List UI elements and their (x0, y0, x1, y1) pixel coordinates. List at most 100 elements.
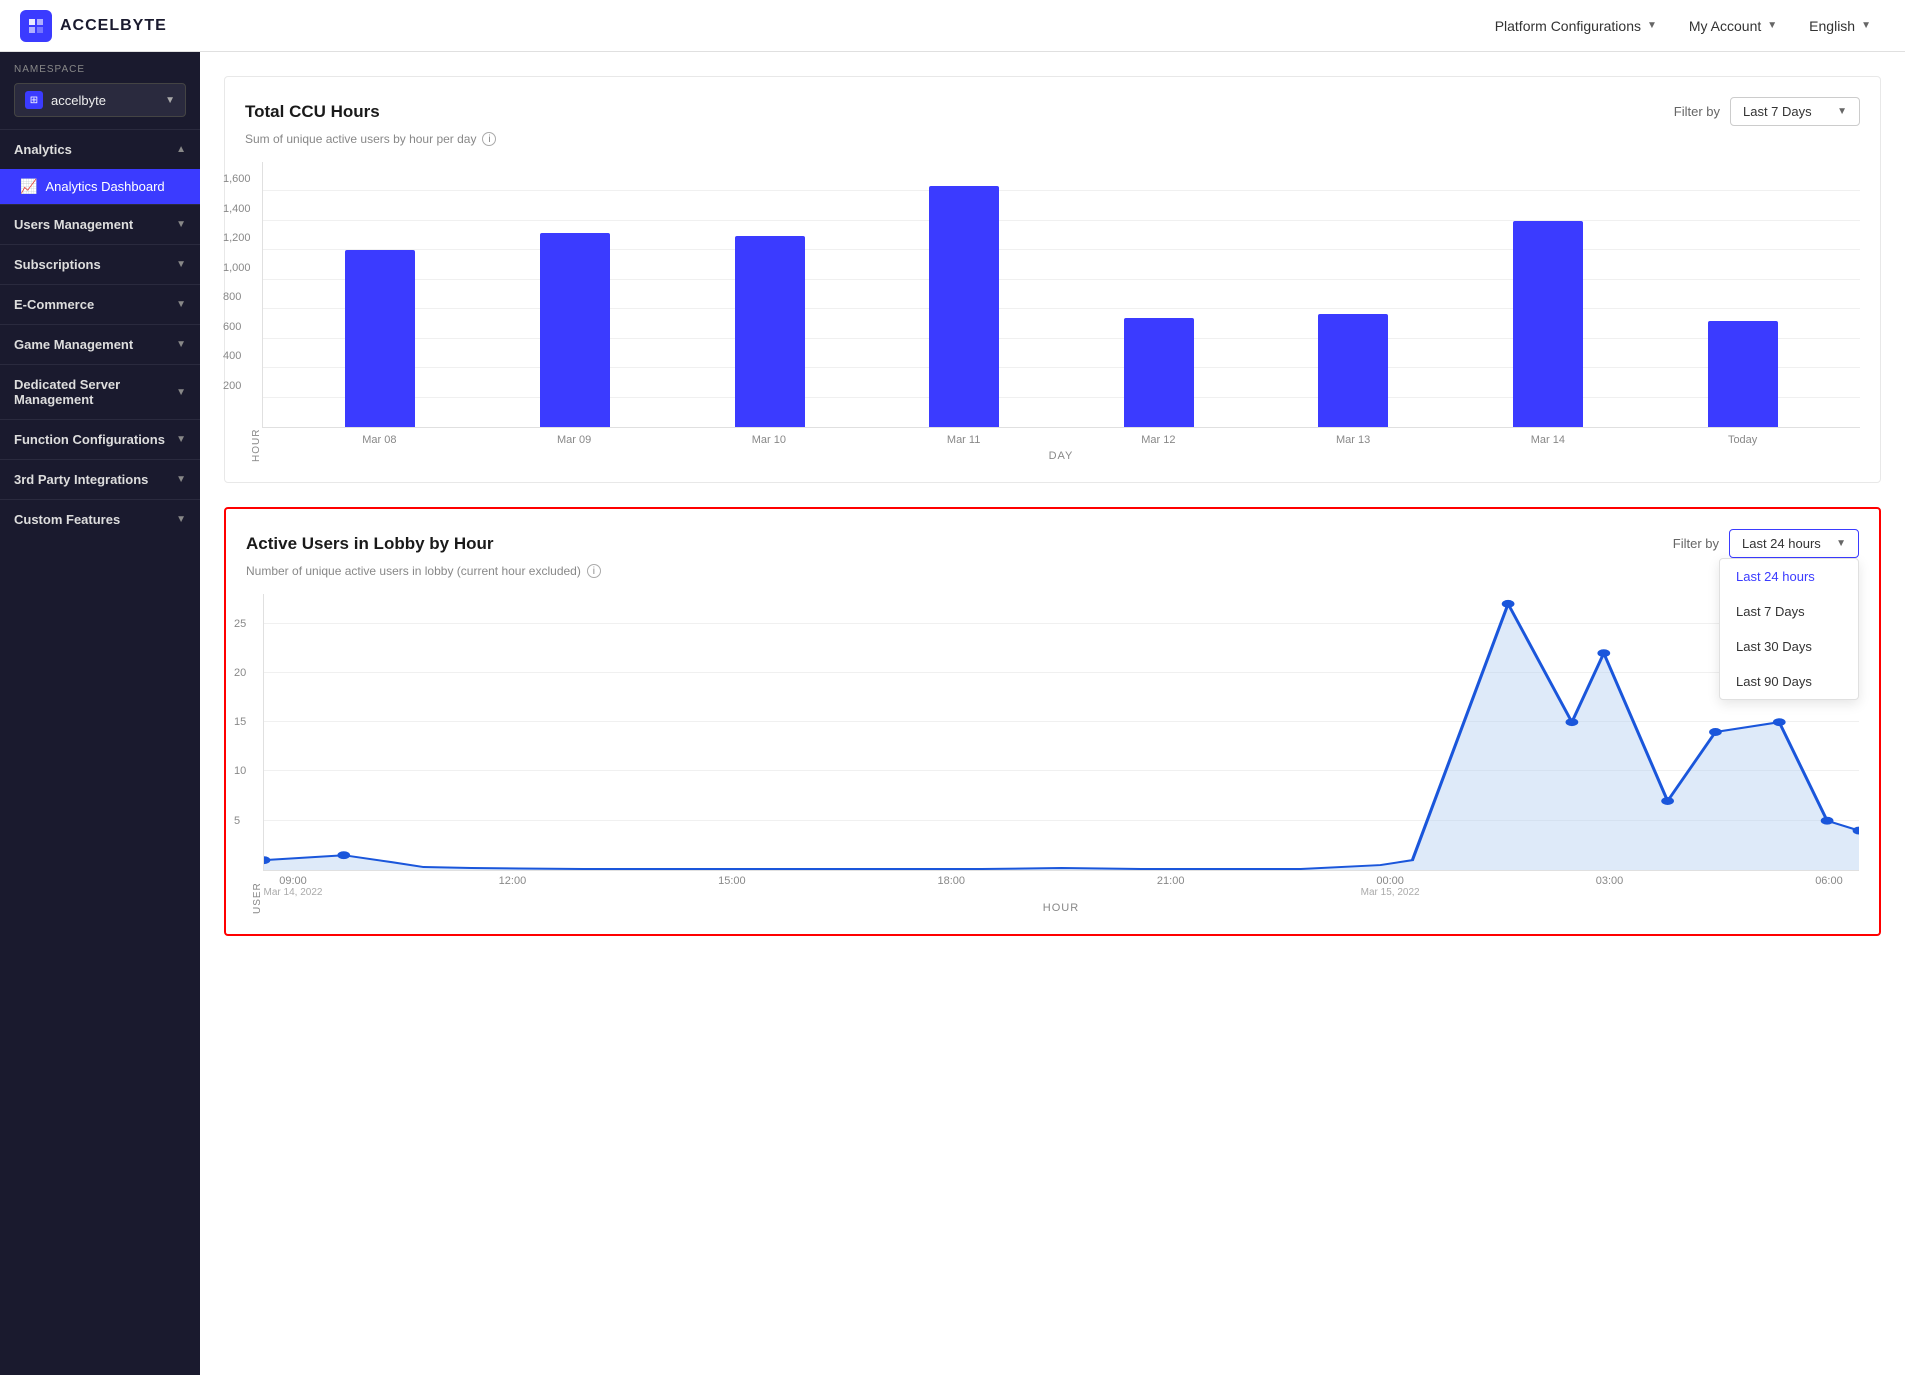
y-tick-label: 10 (234, 765, 246, 777)
ccu-x-axis-title: DAY (262, 450, 1860, 462)
sidebar-section-header-game[interactable]: Game Management ▼ (0, 325, 200, 364)
x-axis-label: Mar 11 (929, 434, 999, 446)
x-axis-label: Mar 14 (1513, 434, 1583, 446)
chevron-down-icon: ▼ (176, 219, 186, 230)
sidebar-section-header-analytics[interactable]: Analytics ▲ (0, 130, 200, 169)
sidebar-section-function-config: Function Configurations ▼ (0, 419, 200, 459)
chevron-down-icon: ▼ (176, 474, 186, 485)
data-point (1566, 718, 1579, 726)
lobby-chart-title: Active Users in Lobby by Hour (246, 534, 494, 554)
namespace-icon: ⊞ (25, 91, 43, 109)
y-axis-tick-label: 200 (223, 380, 241, 392)
y-axis-tick-label: 1,200 (223, 232, 251, 244)
lobby-chart-header: Active Users in Lobby by Hour Filter by … (246, 529, 1859, 558)
area-fill (264, 604, 1859, 870)
sidebar-section-analytics: Analytics ▲ 📈 Analytics Dashboard (0, 129, 200, 204)
x-axis-label: Today (1708, 434, 1778, 446)
data-point (1502, 600, 1515, 608)
x-tick-group: 18:00 (921, 875, 981, 898)
x-tick-sublabel: Mar 14, 2022 (264, 887, 323, 898)
topnav-right: Platform Configurations ▼ My Account ▼ E… (1481, 12, 1885, 40)
top-navigation: ACCELBYTE Platform Configurations ▼ My A… (0, 0, 1905, 52)
main-layout: NAMESPACE ⊞ accelbyte ▼ Analytics ▲ 📈 An… (0, 52, 1905, 1375)
ccu-chart-subtitle: Sum of unique active users by hour per d… (245, 132, 1860, 146)
bars-wrapper (263, 162, 1860, 427)
sidebar-section-3rd-party: 3rd Party Integrations ▼ (0, 459, 200, 499)
y-axis-tick-label: 1,600 (223, 173, 251, 185)
y-tick-label: 15 (234, 716, 246, 728)
bar (1513, 221, 1583, 427)
lobby-filter-group: Filter by Last 24 hours ▼ Last 24 hoursL… (1673, 529, 1859, 558)
info-icon[interactable]: i (482, 132, 496, 146)
sidebar-section-header-users[interactable]: Users Management ▼ (0, 205, 200, 244)
dropdown-option[interactable]: Last 24 hours (1720, 559, 1858, 594)
chevron-down-icon: ▼ (165, 95, 175, 106)
x-tick-group: 00:00Mar 15, 2022 (1360, 875, 1420, 898)
lobby-filter-select[interactable]: Last 24 hours ▼ (1729, 529, 1859, 558)
x-tick-label: 03:00 (1596, 875, 1624, 887)
ccu-filter-select[interactable]: Last 7 Days ▼ (1730, 97, 1860, 126)
bar (929, 186, 999, 427)
sidebar-section-header-dedicated-server[interactable]: Dedicated Server Management ▼ (0, 365, 200, 419)
sidebar-section-header-ecommerce[interactable]: E-Commerce ▼ (0, 285, 200, 324)
data-point (1597, 649, 1610, 657)
lobby-chart-area: 510152025 09:00Mar 14, 202212:0015:0018:… (263, 594, 1859, 914)
chevron-down-icon: ▼ (176, 514, 186, 525)
sidebar-item-analytics-dashboard[interactable]: 📈 Analytics Dashboard (0, 169, 200, 204)
account-button[interactable]: My Account ▼ (1675, 12, 1791, 40)
dropdown-option[interactable]: Last 30 Days (1720, 629, 1858, 664)
x-tick-group: 21:00 (1141, 875, 1201, 898)
chevron-down-icon: ▼ (1647, 20, 1657, 31)
sidebar-section-header-3rd-party[interactable]: 3rd Party Integrations ▼ (0, 460, 200, 499)
y-axis-tick-label: 600 (223, 321, 241, 333)
namespace-value: accelbyte (51, 93, 157, 108)
bar (345, 250, 415, 427)
data-point (337, 851, 350, 859)
bar (1124, 318, 1194, 427)
language-button[interactable]: English ▼ (1795, 12, 1885, 40)
dropdown-option[interactable]: Last 7 Days (1720, 594, 1858, 629)
x-tick-sublabel: Mar 15, 2022 (1361, 887, 1420, 898)
ccu-filter-label: Filter by (1674, 104, 1720, 119)
info-icon[interactable]: i (587, 564, 601, 578)
sidebar: NAMESPACE ⊞ accelbyte ▼ Analytics ▲ 📈 An… (0, 52, 200, 1375)
chevron-down-icon: ▼ (176, 434, 186, 445)
sidebar-section-header-subscriptions[interactable]: Subscriptions ▼ (0, 245, 200, 284)
bar (1318, 314, 1388, 427)
ccu-chart-header: Total CCU Hours Filter by Last 7 Days ▼ (245, 97, 1860, 126)
y-tick-label: 5 (234, 815, 240, 827)
lobby-filter-label: Filter by (1673, 536, 1719, 551)
ccu-chart-title: Total CCU Hours (245, 102, 380, 122)
sidebar-section-subscriptions: Subscriptions ▼ (0, 244, 200, 284)
chevron-down-icon: ▼ (176, 339, 186, 350)
y-axis-tick-label: 800 (223, 291, 241, 303)
sidebar-section-game: Game Management ▼ (0, 324, 200, 364)
logo: ACCELBYTE (20, 10, 167, 42)
bar (1708, 321, 1778, 427)
chevron-down-icon: ▼ (176, 259, 186, 270)
lobby-y-axis-label: USER (246, 594, 263, 914)
data-point (1709, 728, 1722, 736)
chevron-down-icon: ▼ (176, 299, 186, 310)
ccu-bars-grid: 2004006008001,0001,2001,4001,600 (262, 162, 1860, 428)
y-tick-label: 25 (234, 618, 246, 630)
sidebar-section-header-custom-features[interactable]: Custom Features ▼ (0, 500, 200, 539)
sidebar-section-ecommerce: E-Commerce ▼ (0, 284, 200, 324)
x-tick-label: 00:00 (1376, 875, 1404, 887)
ccu-x-axis: Mar 08Mar 09Mar 10Mar 11Mar 12Mar 13Mar … (262, 428, 1860, 446)
lobby-x-axis: 09:00Mar 14, 2022 12:00 15:00 18:00 21:00 00:… (263, 871, 1859, 898)
x-tick-label: 09:00 (279, 875, 307, 887)
logo-text: ACCELBYTE (60, 17, 167, 35)
ccu-bar-chart: HOUR 2004006008001,0001,2001,4001,600 Ma… (245, 162, 1860, 462)
sidebar-section-header-function-config[interactable]: Function Configurations ▼ (0, 420, 200, 459)
platform-config-button[interactable]: Platform Configurations ▼ (1481, 12, 1671, 40)
dropdown-option[interactable]: Last 90 Days (1720, 664, 1858, 699)
x-tick-group: 12:00 (482, 875, 542, 898)
x-tick-label: 15:00 (718, 875, 746, 887)
trend-icon: 📈 (20, 178, 37, 195)
lobby-chart-subtitle: Number of unique active users in lobby (… (246, 564, 1859, 578)
data-point (1821, 817, 1834, 825)
chevron-down-icon: ▼ (1837, 106, 1847, 117)
namespace-label: NAMESPACE (0, 52, 200, 83)
namespace-selector[interactable]: ⊞ accelbyte ▼ (14, 83, 186, 117)
